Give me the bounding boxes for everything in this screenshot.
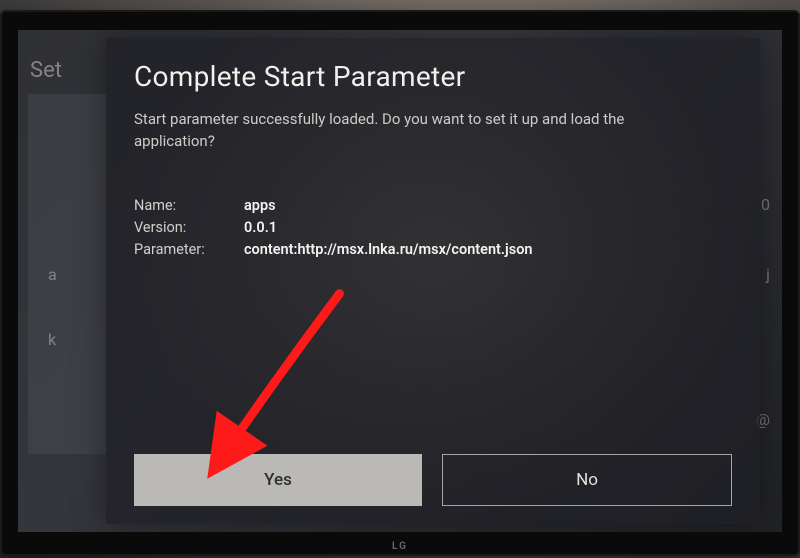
tv-screen: Set 0 a j k @ Complete Start Parameter S… xyxy=(18,30,782,532)
dialog: Complete Start Parameter Start parameter… xyxy=(106,38,760,524)
tv-bezel: Set 0 a j k @ Complete Start Parameter S… xyxy=(0,10,800,556)
background-key-a: a xyxy=(48,265,57,284)
background-panel xyxy=(28,94,106,454)
dialog-button-row: Yes No xyxy=(134,454,732,506)
detail-value-version: 0.0.1 xyxy=(244,217,277,239)
detail-value-name: apps xyxy=(244,195,276,217)
dialog-message: Start parameter successfully loaded. Do … xyxy=(134,109,694,153)
background-key-0: 0 xyxy=(761,195,770,214)
detail-row-version: Version: 0.0.1 xyxy=(134,217,732,239)
dialog-details: Name: apps Version: 0.0.1 Parameter: con… xyxy=(134,195,732,262)
detail-label-name: Name: xyxy=(134,195,244,217)
detail-label-version: Version: xyxy=(134,217,244,239)
detail-row-parameter: Parameter: content:http://msx.lnka.ru/ms… xyxy=(134,239,732,261)
yes-button-label: Yes xyxy=(264,470,292,490)
background-title-fragment: Set xyxy=(30,58,62,83)
background-key-j: j xyxy=(766,265,770,284)
no-button[interactable]: No xyxy=(442,454,732,506)
background-key-k: k xyxy=(48,330,56,349)
detail-row-name: Name: apps xyxy=(134,195,732,217)
detail-label-parameter: Parameter: xyxy=(134,239,244,261)
no-button-label: No xyxy=(576,470,598,490)
photo-background: Set 0 a j k @ Complete Start Parameter S… xyxy=(0,0,800,558)
dialog-title: Complete Start Parameter xyxy=(134,60,732,93)
tv-brand-logo: LG xyxy=(392,541,408,552)
yes-button[interactable]: Yes xyxy=(134,454,422,506)
detail-value-parameter: content:http://msx.lnka.ru/msx/content.j… xyxy=(244,239,533,261)
